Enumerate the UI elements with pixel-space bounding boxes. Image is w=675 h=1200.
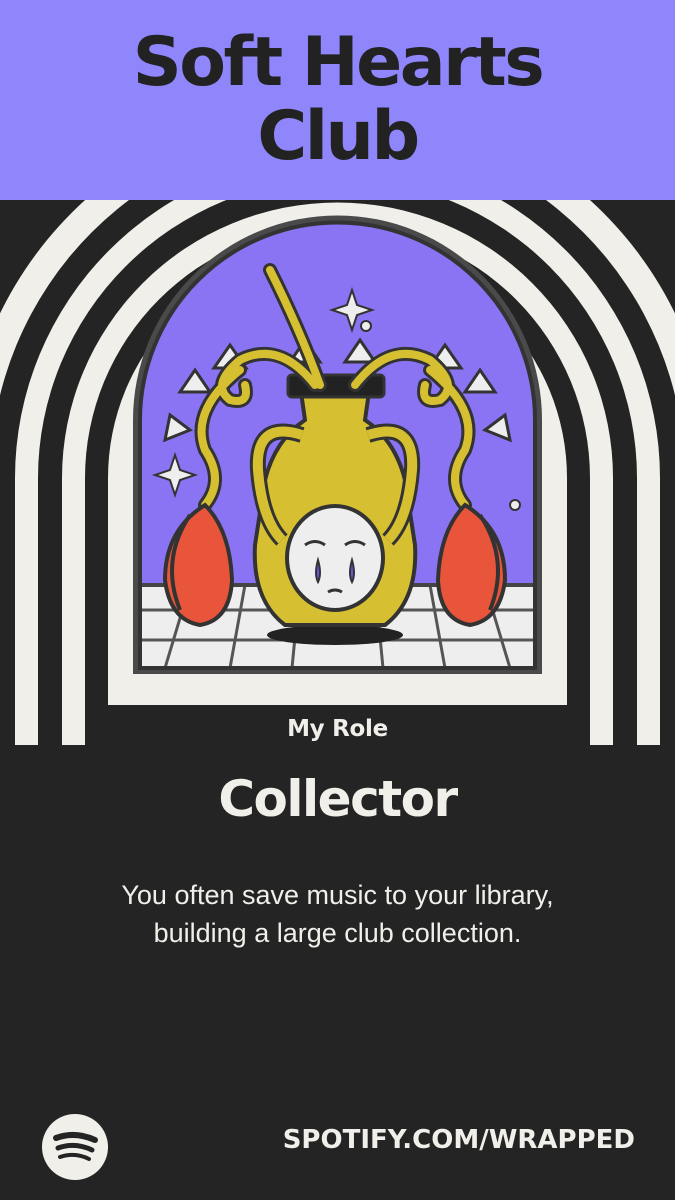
club-header: Soft Hearts Club xyxy=(0,0,675,200)
club-title-line-2: Club xyxy=(257,97,420,176)
footer-url[interactable]: SPOTIFY.COM/WRAPPED xyxy=(283,1125,635,1155)
role-name: Collector xyxy=(218,770,458,828)
club-title-line-1: Soft Hearts xyxy=(132,23,545,102)
enamel-pin-vase-icon xyxy=(133,215,542,674)
role-description: You often save music to your library, bu… xyxy=(121,880,554,948)
club-title: Soft Hearts Club xyxy=(132,23,545,176)
role-label: My Role xyxy=(287,716,388,742)
spotify-logo-icon[interactable] xyxy=(42,1114,108,1180)
arch-stripes-backdrop xyxy=(0,200,675,745)
